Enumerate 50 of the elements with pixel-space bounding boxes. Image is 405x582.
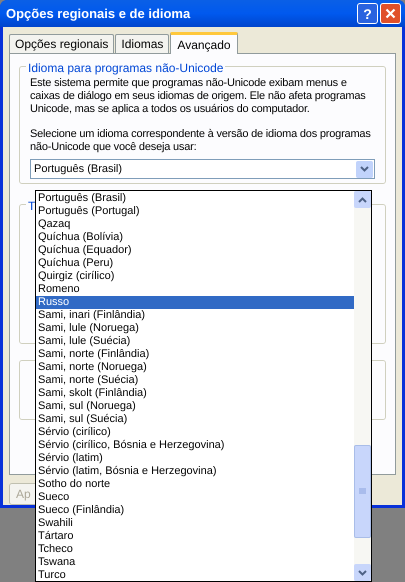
list-item[interactable]: Sami, sul (Suécia) — [36, 413, 354, 426]
language-combo-box[interactable]: Português (Brasil) — [30, 159, 375, 179]
list-item[interactable]: Sérvio (cirílico) — [36, 426, 354, 439]
list-item[interactable]: Sérvio (latim) — [36, 452, 354, 465]
description-text: Este sistema permite que programas não-Unicode exibam menus e caixas de diálogo em seus idiomas de origem. Ele não afeta programas Unicode, mas se aplica a todos os usuários do computador. — [30, 77, 367, 116]
tab[interactable]: Avançado — [170, 32, 238, 54]
scrollbar[interactable] — [354, 191, 371, 581]
tab[interactable]: Idiomas — [115, 34, 170, 53]
chevron-down-icon — [358, 570, 367, 576]
list-item[interactable]: Sami, norte (Finlândia) — [36, 348, 354, 361]
list-item[interactable]: Sami, skolt (Finlândia) — [36, 387, 354, 400]
grip-icon — [359, 488, 366, 495]
list-item[interactable]: Quirgiz (cirílico) — [36, 270, 354, 283]
list-item[interactable]: Russo — [36, 296, 354, 309]
list-item[interactable]: Sami, sul (Noruega) — [36, 400, 354, 413]
list-item[interactable]: Quíchua (Peru) — [36, 257, 354, 270]
list-item[interactable]: Sami, inari (Finlândia) — [36, 309, 354, 322]
list-item[interactable]: Sami, lule (Suécia) — [36, 335, 354, 348]
list-item[interactable]: Swahili — [36, 517, 354, 530]
chevron-up-icon — [358, 196, 367, 202]
list-item[interactable]: Tártaro — [36, 530, 354, 543]
list-item[interactable]: Sueco (Finlândia) — [36, 504, 354, 517]
list-item[interactable]: Sérvio (latim, Bósnia e Herzegovina) — [36, 465, 354, 478]
list-item[interactable]: Tcheco — [36, 543, 354, 556]
prompt-text: Selecione um idioma correspondente à versão de idioma dos programas não-Unicode que você deseja usar: — [30, 128, 372, 154]
scroll-down-button[interactable] — [354, 564, 371, 581]
scroll-thumb[interactable] — [354, 445, 371, 538]
list-item[interactable]: Português (Brasil) — [36, 192, 354, 205]
list-item[interactable]: Turco — [36, 569, 354, 582]
chevron-down-icon — [360, 166, 369, 172]
help-button[interactable]: ? — [357, 3, 378, 24]
list-item[interactable]: Sueco — [36, 491, 354, 504]
scroll-up-button[interactable] — [354, 191, 371, 208]
list-item[interactable]: Sérvio (cirílico, Bósnia e Herzegovina) — [36, 439, 354, 452]
list-item[interactable]: Quíchua (Bolívia) — [36, 231, 354, 244]
list-item[interactable]: Sami, norte (Suécia) — [36, 374, 354, 387]
tab[interactable]: Opções regionais — [9, 34, 114, 53]
list-item[interactable]: Português (Portugal) — [36, 205, 354, 218]
combo-value: Português (Brasil) — [34, 162, 124, 177]
list-item[interactable]: Romeno — [36, 283, 354, 296]
list-item[interactable]: Qazaq — [36, 218, 354, 231]
list-item[interactable]: Sami, norte (Noruega) — [36, 361, 354, 374]
close-button[interactable] — [380, 3, 401, 24]
list-item[interactable]: Sami, lule (Noruega) — [36, 322, 354, 335]
close-icon — [385, 8, 396, 19]
dropdown-button[interactable] — [356, 160, 373, 178]
list-item[interactable]: Sotho do norte — [36, 478, 354, 491]
window-title: Opções regionais e de idioma — [5, 4, 192, 23]
list-item[interactable]: Quíchua (Equador) — [36, 244, 354, 257]
list-item[interactable]: Tswana — [36, 556, 354, 569]
